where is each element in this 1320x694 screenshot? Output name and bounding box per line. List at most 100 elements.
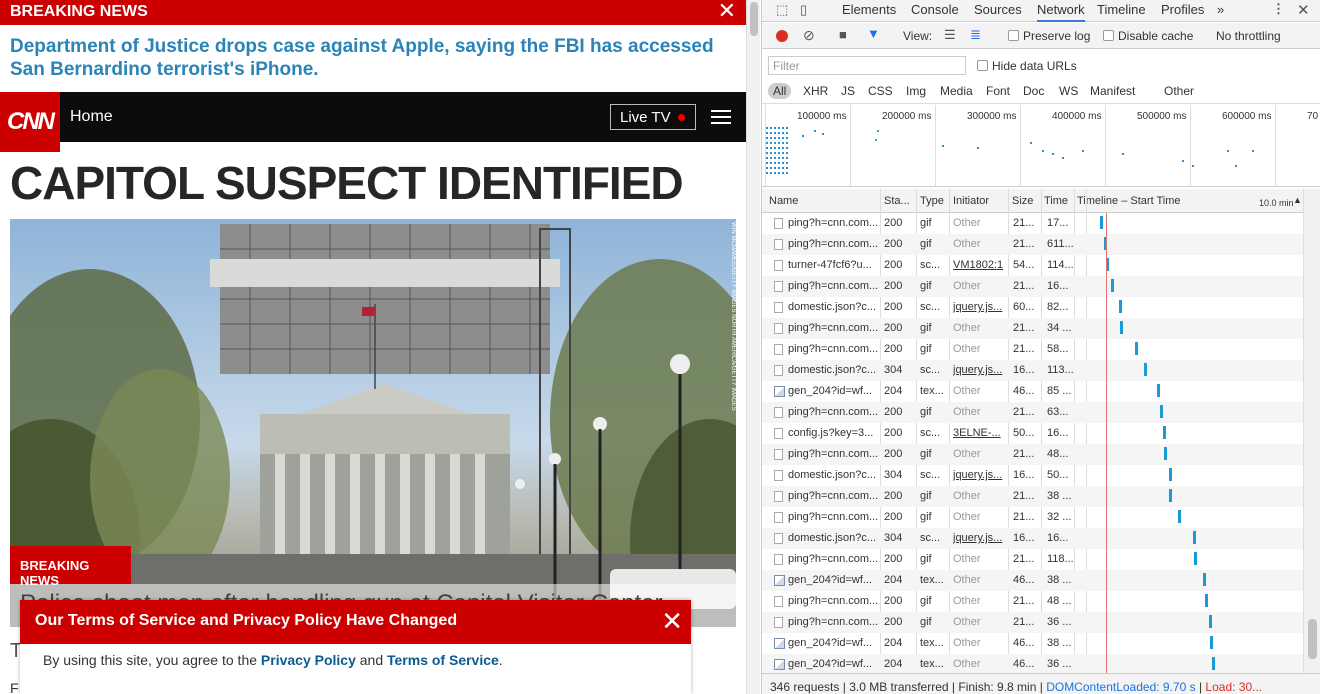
request-name[interactable]: ping?h=cnn.com... [788,553,880,565]
request-name[interactable]: config.js?key=3... [788,427,880,439]
requests-scrollbar-thumb[interactable] [1308,619,1317,659]
timeline-bar[interactable] [1204,594,1208,607]
live-tv-button[interactable]: Live TV [610,104,696,130]
table-row[interactable]: gen_204?id=wf... 204 tex... Other 46... 85 ..… [762,381,1303,402]
timeline-bar[interactable] [1143,363,1147,376]
close-icon[interactable]: ✕ [661,608,683,634]
large-rows-icon[interactable]: ☰ [944,27,956,43]
table-row[interactable]: ping?h=cnn.com... 200 gif Other 21... 17... [762,213,1303,234]
request-name[interactable]: turner-47fcf6?u... [788,259,880,271]
request-name[interactable]: ping?h=cnn.com... [788,280,880,292]
col-status[interactable]: Sta... [884,195,910,207]
table-row[interactable]: ping?h=cnn.com... 200 gif Other 21... 16... [762,276,1303,297]
capture-screenshots-icon[interactable]: ■ [839,27,847,42]
col-type[interactable]: Type [920,195,944,207]
table-row[interactable]: ping?h=cnn.com... 200 gif Other 21... 58... [762,339,1303,360]
type-filter-all[interactable]: All [768,83,792,99]
hamburger-menu-icon[interactable] [711,110,731,124]
timeline-bar[interactable] [1119,321,1123,334]
type-filter-img[interactable]: Img [901,83,931,99]
privacy-policy-link[interactable]: Privacy Policy [261,652,356,668]
table-row[interactable]: domestic.json?c... 200 sc... jquery.js... 60… [762,297,1303,318]
request-name[interactable]: ping?h=cnn.com... [788,595,880,607]
request-name[interactable]: ping?h=cnn.com... [788,217,880,229]
type-filter-doc[interactable]: Doc [1018,83,1049,99]
timeline-bar[interactable] [1209,636,1213,649]
type-filter-font[interactable]: Font [981,83,1015,99]
request-name[interactable]: ping?h=cnn.com... [788,490,880,502]
type-filter-js[interactable]: JS [836,83,860,99]
tab-elements[interactable]: Elements [842,2,896,17]
type-filter-other[interactable]: Other [1159,83,1199,99]
timeline-bar[interactable] [1168,489,1172,502]
timeline-bar[interactable] [1168,468,1172,481]
table-row[interactable]: ping?h=cnn.com... 200 gif Other 21... 34 ... [762,318,1303,339]
cnn-logo[interactable]: CNN [0,92,60,152]
table-row[interactable]: gen_204?id=wf... 204 tex... Other 46... 38 ..… [762,570,1303,591]
request-initiator[interactable]: jquery.js... [953,469,1005,481]
table-row[interactable]: domestic.json?c... 304 sc... jquery.js... 16… [762,360,1303,381]
timeline-bar[interactable] [1099,216,1103,229]
page-scrollbar[interactable] [746,0,760,694]
table-row[interactable]: domestic.json?c... 304 sc... jquery.js... 16… [762,465,1303,486]
timeline-bar[interactable] [1118,300,1122,313]
timeline-bar[interactable] [1157,384,1161,397]
table-row[interactable]: gen_204?id=wf... 204 tex... Other 46... 36 ..… [762,654,1303,673]
timeline-bar[interactable] [1135,342,1139,355]
timeline-bar[interactable] [1212,657,1215,670]
table-row[interactable]: ping?h=cnn.com... 200 gif Other 21... 38 ... [762,486,1303,507]
table-row[interactable]: ping?h=cnn.com... 200 gif Other 21... 32 ... [762,507,1303,528]
tab-console[interactable]: Console [911,2,959,17]
request-initiator[interactable]: 3ELNE-... [953,427,1005,439]
table-row[interactable]: ping?h=cnn.com... 200 gif Other 21... 48... [762,444,1303,465]
breaking-news-link[interactable]: Department of Justice drops case against… [10,35,730,81]
timeline-bar[interactable] [1193,552,1197,565]
throttling-select[interactable]: No throttling [1216,29,1281,43]
request-initiator[interactable]: jquery.js... [953,301,1005,313]
requests-scrollbar[interactable] [1303,189,1320,673]
overview-icon[interactable]: ≣ [970,27,981,43]
col-name[interactable]: Name [769,195,798,207]
kebab-menu-icon[interactable]: ⋮ [1272,1,1285,17]
preserve-log-checkbox[interactable] [1008,30,1019,41]
close-icon[interactable]: ✕ [718,0,736,22]
request-name[interactable]: ping?h=cnn.com... [788,448,880,460]
request-name[interactable]: ping?h=cnn.com... [788,238,880,250]
network-overview[interactable]: 100000 ms 200000 ms 300000 ms 400000 ms … [762,105,1320,187]
request-name[interactable]: ping?h=cnn.com... [788,511,880,523]
table-row[interactable]: ping?h=cnn.com... 200 gif Other 21... 48 ... [762,591,1303,612]
timeline-bar[interactable] [1163,447,1167,460]
request-name[interactable]: gen_204?id=wf... [788,637,880,649]
col-initiator[interactable]: Initiator [953,195,989,207]
filter-icon[interactable]: ▼ [867,26,880,41]
clear-icon[interactable]: ⊘ [803,27,815,44]
table-row[interactable]: turner-47fcf6?u... 200 sc... VM1802:1 54... 1… [762,255,1303,276]
request-name[interactable]: gen_204?id=wf... [788,574,880,586]
request-name[interactable]: ping?h=cnn.com... [788,406,880,418]
table-row[interactable]: config.js?key=3... 200 sc... 3ELNE-... 50...… [762,423,1303,444]
request-name[interactable]: domestic.json?c... [788,469,880,481]
more-tabs-icon[interactable]: » [1217,2,1224,17]
tab-timeline[interactable]: Timeline [1097,2,1146,17]
timeline-bar[interactable] [1162,426,1166,439]
type-filter-css[interactable]: CSS [863,83,898,99]
request-name[interactable]: domestic.json?c... [788,532,880,544]
request-initiator[interactable]: jquery.js... [953,364,1005,376]
request-name[interactable]: ping?h=cnn.com... [788,322,880,334]
hide-data-urls-checkbox[interactable] [977,60,988,71]
table-row[interactable]: ping?h=cnn.com... 200 gif Other 21... 118... [762,549,1303,570]
table-row[interactable]: gen_204?id=wf... 204 tex... Other 46... 38 ..… [762,633,1303,654]
request-name[interactable]: ping?h=cnn.com... [788,343,880,355]
filter-input[interactable]: Filter [768,56,966,75]
request-initiator[interactable]: VM1802:1 [953,259,1005,271]
request-initiator[interactable]: jquery.js... [953,532,1005,544]
request-name[interactable]: gen_204?id=wf... [788,385,880,397]
type-filter-xhr[interactable]: XHR [798,83,833,99]
request-name[interactable]: domestic.json?c... [788,364,880,376]
disable-cache-checkbox[interactable] [1103,30,1114,41]
terms-of-service-link[interactable]: Terms of Service [387,652,499,668]
timeline-bar[interactable] [1208,615,1212,628]
inspect-element-icon[interactable]: ⬚ [776,2,788,18]
device-mode-icon[interactable]: ▯ [800,2,807,18]
table-row[interactable]: domestic.json?c... 304 sc... jquery.js... 16… [762,528,1303,549]
